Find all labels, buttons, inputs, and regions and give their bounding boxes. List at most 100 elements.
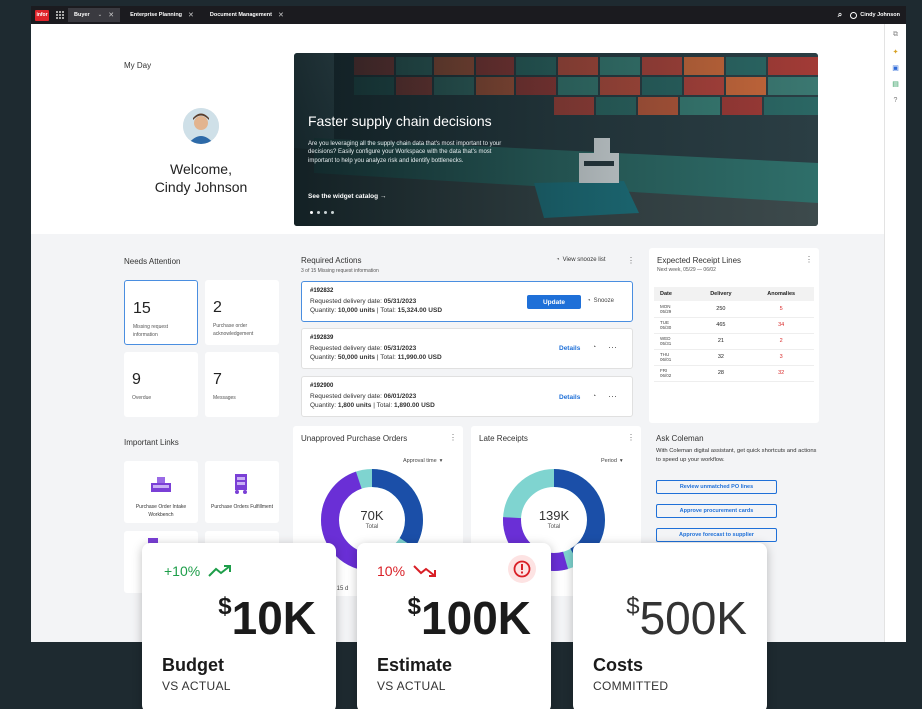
tile-label: Overdue [132,395,152,401]
alert-icon[interactable] [508,555,536,583]
carousel-dot[interactable] [317,211,320,214]
details-link[interactable]: Details [559,345,580,352]
link-label: Purchase Order Intake Workbench [135,504,187,518]
snooze-icon: ◔ [587,298,591,304]
snooze-icon: ◔ [556,257,560,263]
chevron-down-icon[interactable]: ⌄ [98,12,103,18]
tile-label: Missing request information [133,324,169,338]
carousel-dot[interactable] [331,211,334,214]
delivery-cell: 28 [693,365,749,382]
donut-center-label: Total [547,524,561,530]
kpi-title: Costs [593,655,644,675]
more-options-icon[interactable]: ⋮ [627,433,635,442]
more-options-icon[interactable]: ⋯ [608,342,617,353]
help-icon[interactable]: ? [891,96,900,105]
infor-logo: infor [35,9,49,21]
approve-procurement-cards-button[interactable]: Approve procurement cards [656,504,777,518]
more-options-icon[interactable]: ⋮ [627,256,635,265]
kpi-value: $500K [626,591,747,645]
snooze-icon[interactable]: ◔ [592,393,596,400]
link-po-intake-workbench[interactable]: Purchase Order Intake Workbench [124,461,198,523]
total-label: | Total: [375,307,398,314]
dropdown-label: Period [601,458,617,464]
tab-enterprise-planning[interactable]: Enterprise Planning ✕ [124,8,200,22]
chat-icon[interactable]: ▣ [891,64,900,73]
widget-catalog-link[interactable]: See the widget catalog → [308,193,386,200]
close-icon[interactable]: ✕ [108,11,114,19]
kpi-card-estimate[interactable]: 10% $100K Estimate VS ACTUAL [357,543,551,709]
review-unmatched-po-button[interactable]: Review unmatched PO lines [656,480,777,494]
link-po-fulfillment[interactable]: Purchase Orders Fulfillment [205,461,279,523]
kpi-subtitle: VS ACTUAL [162,679,231,693]
link-label: Purchase Orders Fulfillment [211,504,273,510]
total-label: | Total: [375,354,398,361]
date-cell: THU 06/01 [654,349,694,366]
more-options-icon[interactable]: ⋮ [449,433,457,442]
details-link[interactable]: Details [559,394,580,401]
app-switcher-icon[interactable] [56,11,64,19]
action-card[interactable]: #192900 Requested delivery date: 06/01/2… [301,376,633,417]
day-date: 06/02 [660,373,672,378]
table-row[interactable]: TUE 05/30 465 34 [654,317,814,334]
delivery-cell: 32 [693,349,749,366]
user-menu[interactable]: Cindy Johnson [850,11,900,19]
myday-title: My Day [124,61,152,70]
day-date: 05/30 [660,325,672,330]
more-options-icon[interactable]: ⋯ [608,391,617,402]
tab-document-management[interactable]: Document Management ✕ [204,8,290,22]
tile-value: 9 [132,371,141,388]
approval-time-dropdown[interactable]: Approval time ▾ [403,458,442,464]
column-header: Delivery [693,287,749,301]
action-quantity: Quantity: 1,800 units | Total: 1,890.00 … [310,402,435,409]
tile-label: Purchase order acknowledgement [213,323,254,337]
kpi-card-budget[interactable]: +10% $10K Budget VS ACTUAL [142,543,336,709]
carousel-dot[interactable] [310,211,313,214]
tile-value: 7 [213,371,222,388]
close-icon[interactable]: ✕ [188,11,194,19]
action-card[interactable]: #192832 Requested delivery date: 05/31/2… [301,281,633,322]
period-dropdown[interactable]: Period ▾ [601,458,623,464]
tile-po-acknowledgement[interactable]: 2 Purchase order acknowledgement [205,280,279,345]
unapproved-title: Unapproved Purchase Orders [301,434,408,443]
avatar [183,108,219,144]
table-row[interactable]: FRI 06/02 28 32 [654,365,814,382]
table-row[interactable]: WED 05/31 21 2 [654,333,814,350]
kpi-amount: 500K [639,592,747,644]
needs-attention-title: Needs Attention [124,257,181,266]
kpi-card-costs[interactable]: $500K Costs COMMITTED [573,543,767,709]
table-row[interactable]: MON 05/29 250 5 [654,301,814,318]
tab-buyer[interactable]: Buyer ⌄ ✕ [68,8,121,22]
tile-missing-info[interactable]: 15 Missing request information [124,280,198,345]
delivery-cell: 465 [693,317,749,334]
anomalies-cell: 32 [748,365,814,382]
more-options-icon[interactable]: ⋮ [805,255,813,264]
fulfillment-icon [235,474,247,494]
kpi-change: 10% [377,563,437,579]
table-row[interactable]: THU 06/01 32 3 [654,349,814,366]
view-snooze-list[interactable]: ◔ View snooze list [556,257,606,263]
date-label: Requested delivery date: [310,393,384,400]
qty-label: Quantity: [310,307,338,314]
kpi-subtitle: VS ACTUAL [377,679,446,693]
approve-forecast-button[interactable]: Approve forecast to supplier [656,528,777,542]
delivery-cell: 250 [693,301,749,318]
snooze-button[interactable]: ◔ Snooze [587,298,614,304]
update-button[interactable]: Update [527,295,581,309]
tile-overdue[interactable]: 9 Overdue [124,352,198,417]
tile-messages[interactable]: 7 Messages [205,352,279,417]
sparkle-icon[interactable]: ✦ [891,48,900,57]
donut-center-value: 139K [538,508,570,523]
date-label: Requested delivery date: [310,298,384,305]
image-icon[interactable]: ▤ [891,80,900,89]
close-icon[interactable]: ✕ [278,11,284,19]
carousel-dot[interactable] [324,211,327,214]
action-id: #192900 [310,383,334,389]
date-value: 06/01/2023 [383,393,417,400]
search-icon[interactable]: ⌕ [838,10,842,20]
snooze-icon[interactable]: ◔ [592,344,596,351]
external-link-icon[interactable]: ⧉ [891,30,900,39]
action-card[interactable]: #192839 Requested delivery date: 05/31/2… [301,328,633,369]
tab-label: Document Management [209,12,272,18]
action-date: Requested delivery date: 06/01/2023 [310,393,416,400]
action-date: Requested delivery date: 05/31/2023 [310,298,416,305]
